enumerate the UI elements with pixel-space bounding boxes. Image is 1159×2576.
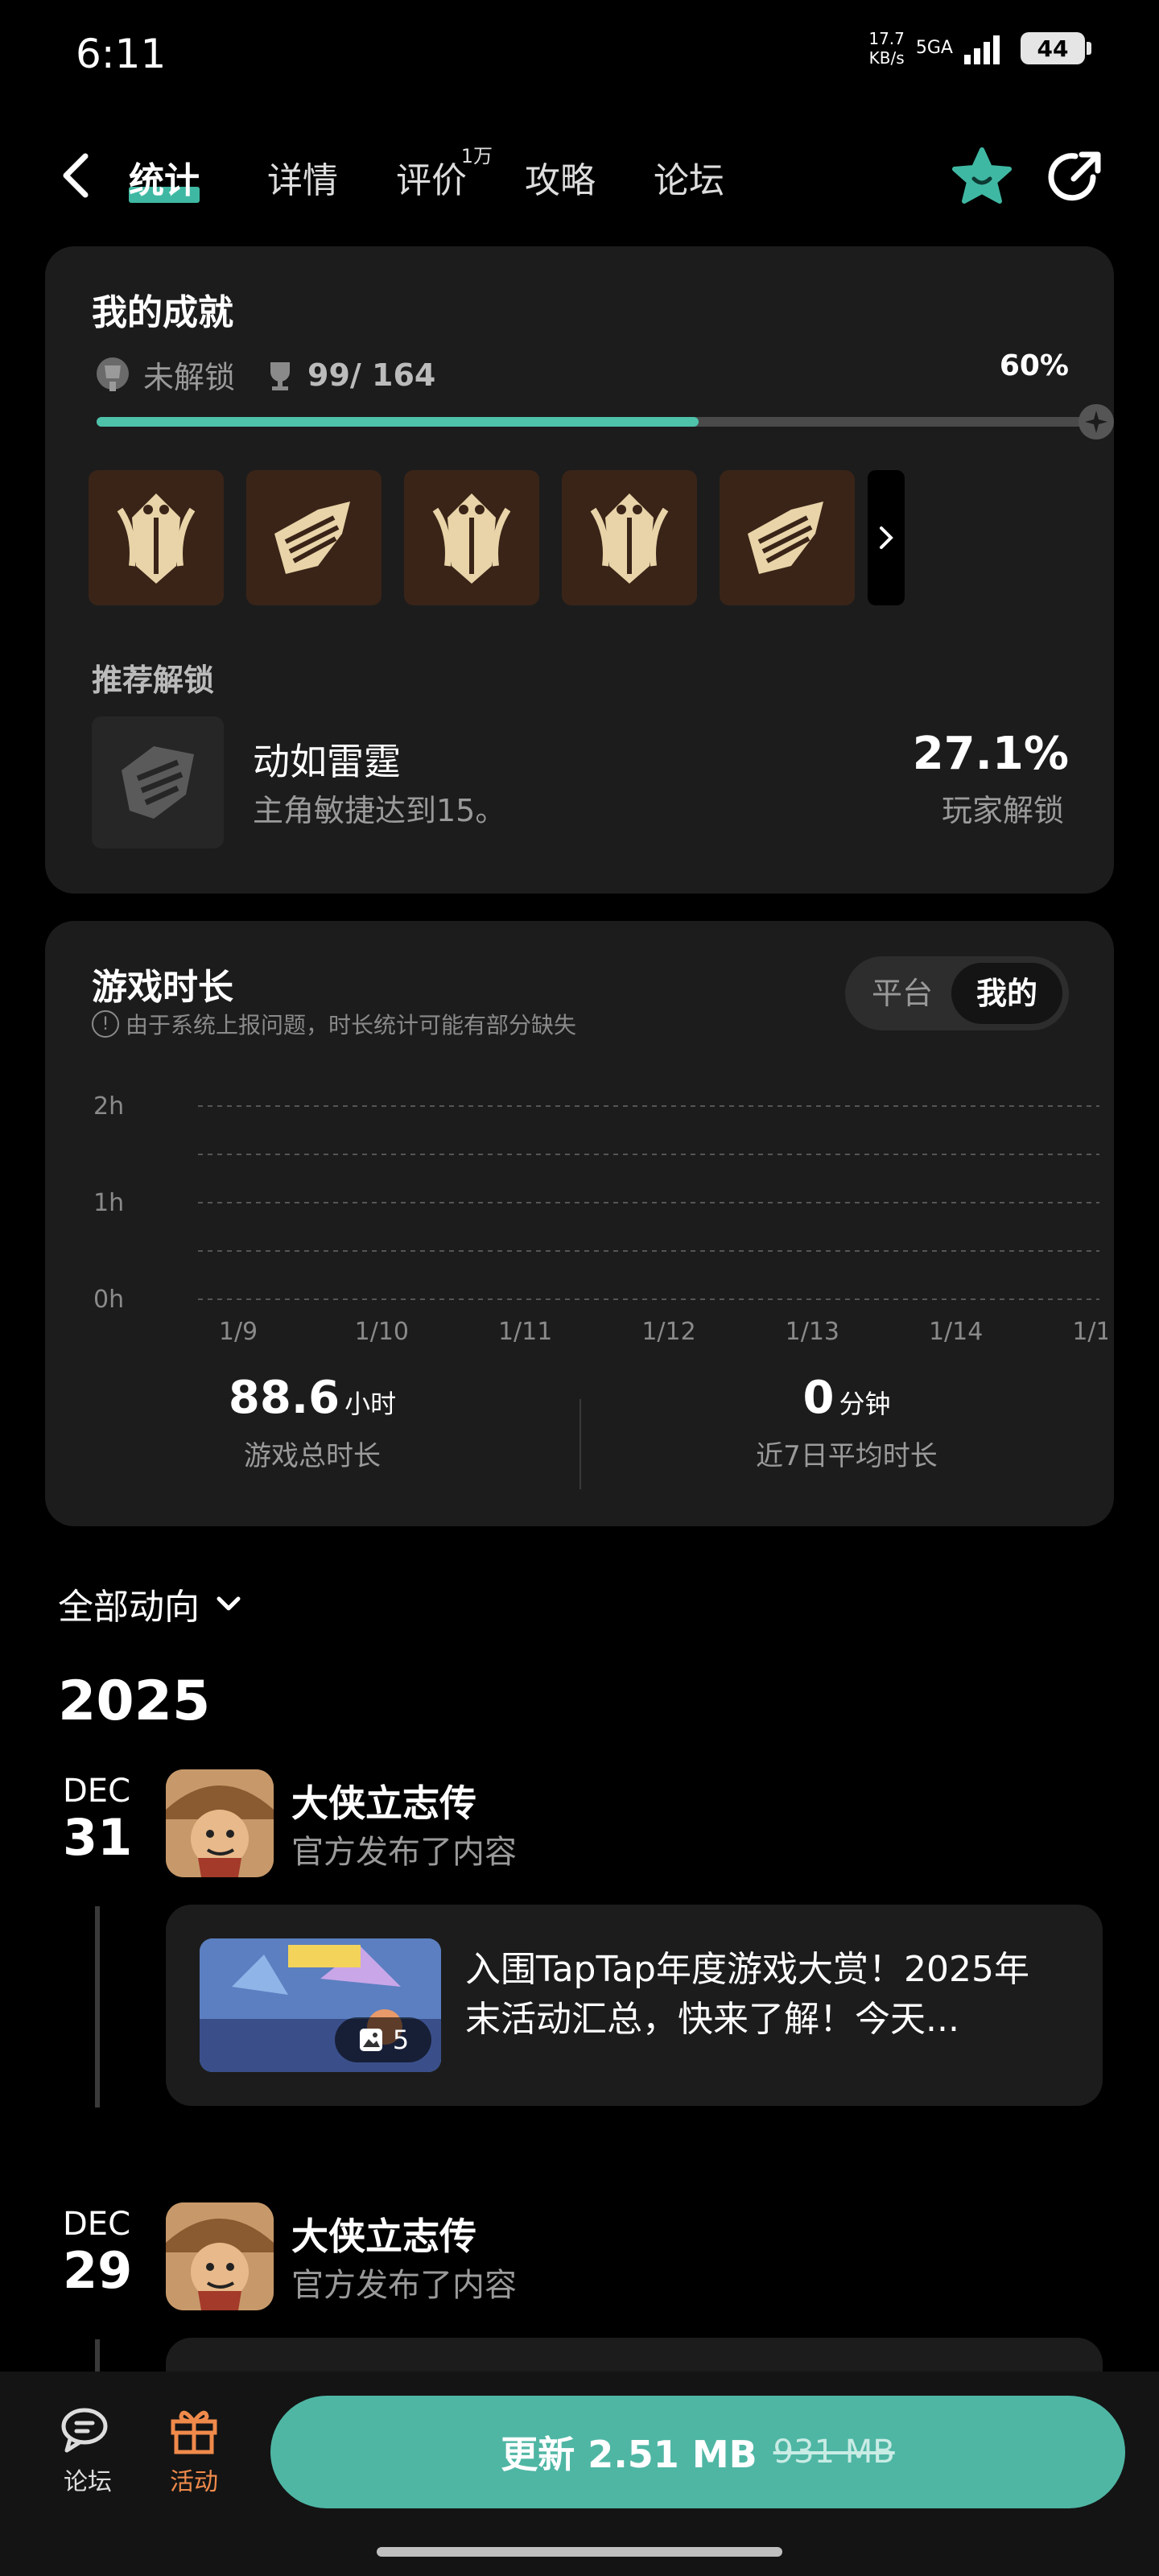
- progress-end-sparkle-icon: [1079, 404, 1114, 440]
- signal-icon: [964, 35, 1000, 64]
- post-thumbnail: 5: [200, 1938, 441, 2072]
- trophy-icon: [270, 361, 291, 390]
- beetle-badge-icon[interactable]: [404, 470, 539, 605]
- bottom-forum-button[interactable]: 论坛: [43, 2404, 132, 2497]
- update-button[interactable]: 更新 2.51 MB 931 MB: [270, 2396, 1125, 2508]
- locked-trophy-icon: [97, 357, 129, 391]
- achievement-status-row: 未解锁 99/ 164: [92, 353, 435, 397]
- toggle-platform[interactable]: 平台: [855, 963, 950, 1024]
- chart-x-tick: 1/10: [355, 1318, 409, 1346]
- chart-x-tick: 1/12: [641, 1318, 695, 1346]
- publisher-name[interactable]: 大侠立志传: [291, 2207, 476, 2260]
- publisher-avatar[interactable]: [166, 1769, 274, 1877]
- feed-date-day: 29: [63, 2241, 133, 2300]
- bottom-action-bar: 论坛 活动 更新 2.51 MB 931 MB: [0, 2372, 1159, 2576]
- recommended-achievement-name: 动如雷霆: [253, 740, 401, 783]
- publisher-action: 官方发布了内容: [291, 2267, 517, 2304]
- playtime-chart: 2h 1h 0h 1/9 1/10 1/11 1/12 1/13 1/14 1/15: [93, 1092, 1107, 1346]
- recommended-achievement-percent-label: 玩家解锁: [941, 793, 1064, 828]
- share-button[interactable]: [1043, 145, 1107, 209]
- recommended-achievement-desc: 主角敏捷达到15。: [253, 793, 506, 828]
- status-time: 6:11: [76, 31, 167, 77]
- feed-filter-dropdown[interactable]: 全部动向: [58, 1578, 245, 1629]
- feed-year: 2025: [58, 1670, 211, 1733]
- reviews-count-badge: 1万: [460, 145, 493, 167]
- chart-x-tick: 1/15: [1072, 1318, 1107, 1346]
- achievements-card[interactable]: 我的成就 未解锁 99/ 164 60% 推荐解锁 动如雷霆 主角敏捷达到15。…: [45, 246, 1114, 894]
- beetle-badge-icon[interactable]: [89, 470, 224, 605]
- info-icon: !: [92, 1010, 119, 1038]
- playtime-card: 游戏时长 ! 由于系统上报问题，时长统计可能有部分缺失 平台 我的 2h 1h 0h…: [45, 921, 1114, 1526]
- tab-guides[interactable]: 攻略: [525, 151, 596, 208]
- chevron-down-icon: [217, 1596, 241, 1611]
- image-icon: [359, 2029, 382, 2051]
- net-speed: 17.7 KB/s: [868, 29, 905, 68]
- unlock-label: 未解锁: [143, 360, 236, 395]
- publisher-avatar[interactable]: [166, 2202, 274, 2310]
- hand-badge-icon[interactable]: [720, 470, 855, 605]
- forum-icon: [61, 2408, 108, 2453]
- chart-y-tick: 1h: [93, 1189, 124, 1217]
- publisher-name[interactable]: 大侠立志传: [291, 1774, 476, 1827]
- feed-item: DEC 31 大侠立志传 官方发布了内容 5 入围TapTap年度游戏大赏！20…: [0, 1768, 1159, 2138]
- more-badges-button[interactable]: [868, 470, 905, 605]
- feed-date-day: 31: [63, 1808, 133, 1867]
- playtime-note: ! 由于系统上报问题，时长统计可能有部分缺失: [92, 1008, 576, 1040]
- achievement-progress-bar: [97, 404, 1114, 440]
- top-nav: 统计 详情 评价 1万 攻略 论坛: [0, 129, 1159, 225]
- recommended-achievement-percent: 27.1%: [912, 728, 1069, 780]
- chart-x-tick: 1/11: [498, 1318, 552, 1346]
- tab-stats[interactable]: 统计: [129, 151, 200, 208]
- status-icons: 17.7 KB/s 5GA 44: [868, 29, 1091, 68]
- beetle-badge-icon[interactable]: [562, 470, 697, 605]
- feed-date-month: DEC: [63, 2206, 131, 2243]
- battery-indicator: 44: [1021, 32, 1091, 64]
- achievement-progress-fill: [97, 417, 699, 427]
- home-indicator[interactable]: [377, 2547, 782, 2557]
- recommended-achievement-icon: [92, 716, 224, 848]
- hand-badge-icon[interactable]: [246, 470, 382, 605]
- chart-x-tick: 1/9: [219, 1318, 258, 1346]
- tab-reviews[interactable]: 评价 1万: [396, 145, 493, 208]
- status-bar: 6:11 17.7 KB/s 5GA 44: [0, 0, 1159, 105]
- timeline-line: [95, 1906, 100, 2107]
- total-playtime-stat: 88.6 小时 游戏总时长: [228, 1372, 397, 1472]
- favorite-star-button[interactable]: [950, 145, 1014, 209]
- achievement-percent: 60%: [999, 349, 1069, 382]
- achievement-badges: [89, 470, 905, 605]
- playtime-toggle: 平台 我的: [845, 956, 1069, 1030]
- image-count-badge: 5: [335, 2017, 431, 2062]
- recommend-title: 推荐解锁: [92, 663, 215, 698]
- post-card[interactable]: 5 入围TapTap年度游戏大赏！2025年末活动汇总，快来了解！今天...: [166, 1905, 1103, 2106]
- bottom-activity-button[interactable]: 活动: [150, 2404, 238, 2497]
- chart-y-tick: 0h: [93, 1286, 124, 1314]
- gift-icon: [171, 2410, 217, 2454]
- feed-date-month: DEC: [63, 1773, 131, 1810]
- feed-item: DEC 29 大侠立志传 官方发布了内容: [0, 2201, 1159, 2434]
- back-button[interactable]: [56, 151, 95, 200]
- tab-details[interactable]: 详情: [267, 151, 338, 208]
- chart-x-tick: 1/14: [929, 1318, 983, 1346]
- publisher-action: 官方发布了内容: [291, 1834, 517, 1871]
- network-type: 5GA: [915, 38, 953, 58]
- post-text: 入围TapTap年度游戏大赏！2025年末活动汇总，快来了解！今天...: [465, 1949, 1029, 2040]
- toggle-mine[interactable]: 我的: [951, 963, 1062, 1024]
- achievements-title: 我的成就: [92, 292, 233, 333]
- chart-y-tick: 2h: [93, 1092, 124, 1121]
- playtime-title: 游戏时长: [92, 967, 233, 1008]
- tab-forum[interactable]: 论坛: [654, 151, 724, 208]
- chart-x-tick: 1/13: [786, 1318, 839, 1346]
- avg-playtime-stat: 0 分钟 近7日平均时长: [756, 1372, 938, 1472]
- chevron-right-icon: [880, 526, 893, 549]
- achievement-count: 99/ 164: [307, 357, 436, 393]
